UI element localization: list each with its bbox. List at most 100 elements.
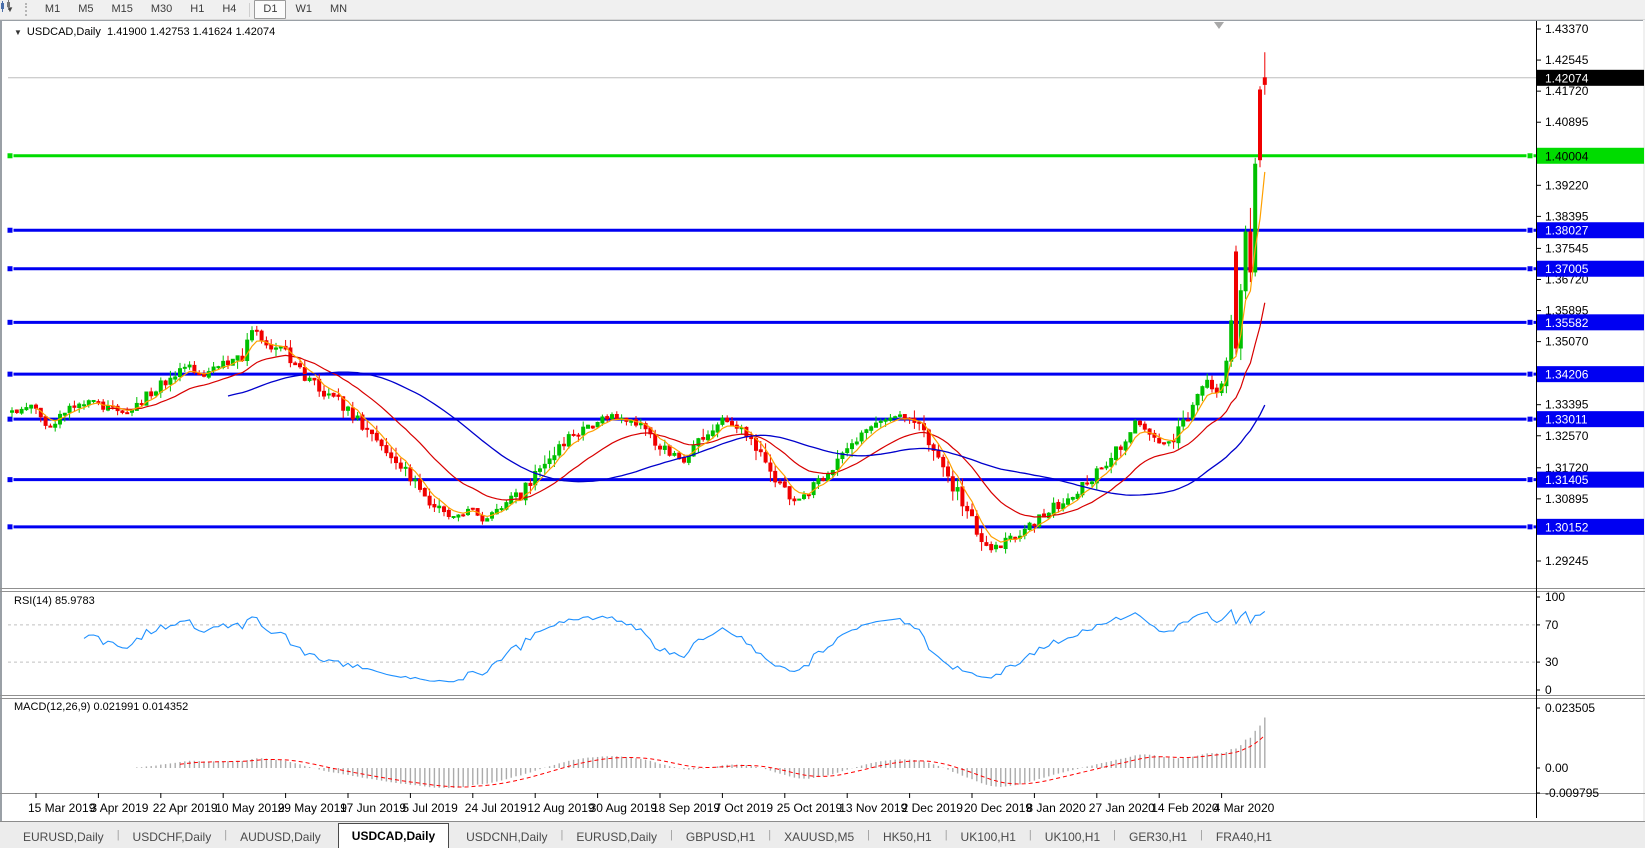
timeframe-button-m1[interactable]: M1: [36, 0, 69, 19]
level-handle[interactable]: [1527, 416, 1533, 422]
svg-text:1.38027: 1.38027: [1545, 224, 1589, 238]
svg-text:0: 0: [1545, 683, 1552, 697]
time-axis-label: 29 May 2019: [278, 801, 348, 815]
timeframe-button-m30[interactable]: M30: [142, 0, 181, 19]
time-axis-label: 17 Jun 2019: [340, 801, 406, 815]
chart-type-button[interactable]: ▼: [0, 1, 20, 18]
level-handle[interactable]: [7, 153, 13, 159]
svg-text:0.023505: 0.023505: [1545, 701, 1595, 715]
time-axis-label: 4 Mar 2020: [1214, 801, 1275, 815]
symbol-tab-eurusd-daily[interactable]: EURUSD,Daily: [10, 827, 117, 848]
svg-text:100: 100: [1545, 590, 1565, 604]
time-axis-label: 20 Dec 2019: [964, 801, 1032, 815]
svg-text:1.30152: 1.30152: [1545, 520, 1589, 534]
time-axis-label: 5 Jul 2019: [402, 801, 458, 815]
time-axis-label: 30 Aug 2019: [590, 801, 658, 815]
symbol-tab-hk50-h1[interactable]: HK50,H1: [870, 827, 945, 848]
time-axis-label: 10 May 2019: [215, 801, 285, 815]
svg-text:1.42074: 1.42074: [1545, 71, 1589, 85]
timeframe-button-m5[interactable]: M5: [69, 0, 102, 19]
symbol-tab-uk100-h1[interactable]: UK100,H1: [1032, 827, 1113, 848]
trading-terminal: ▼ M1M5M15M30H1H4D1W1MN 1.433701.425451.4…: [0, 0, 1645, 848]
svg-text:1.38395: 1.38395: [1545, 209, 1589, 223]
level-handle[interactable]: [7, 319, 13, 325]
timeframe-button-d1[interactable]: D1: [254, 0, 286, 19]
level-handle[interactable]: [7, 266, 13, 272]
timeframe-button-h1[interactable]: H1: [181, 0, 213, 19]
macd-indicator-label: MACD(12,26,9) 0.021991 0.014352: [14, 701, 188, 713]
time-axis-label: 14 Feb 2020: [1151, 801, 1219, 815]
level-handle[interactable]: [1527, 371, 1533, 377]
timeframe-button-m15[interactable]: M15: [102, 0, 141, 19]
time-axis-label: 22 Apr 2019: [153, 801, 218, 815]
time-axis-label: 27 Jan 2020: [1089, 801, 1155, 815]
symbol-tab-gbpusd-h1[interactable]: GBPUSD,H1: [673, 827, 768, 848]
level-handle[interactable]: [1527, 524, 1533, 530]
rsi-indicator-label: RSI(14) 85.9783: [14, 595, 95, 607]
svg-text:1.42545: 1.42545: [1545, 53, 1589, 67]
symbol-tab-eurusd-daily[interactable]: EURUSD,Daily: [563, 827, 670, 848]
time-axis-label: 15 Mar 2019: [28, 801, 96, 815]
time-axis-label: 3 Apr 2019: [90, 801, 148, 815]
svg-text:1.35070: 1.35070: [1545, 335, 1589, 349]
timeframe-toolbar: ▼ M1M5M15M30H1H4 D1W1MN: [0, 0, 1645, 20]
time-axis-label: 7 Oct 2019: [714, 801, 773, 815]
chart-canvas[interactable]: 1.433701.425451.417201.408951.392201.383…: [0, 0, 1645, 848]
time-axis-label: 12 Aug 2019: [527, 801, 595, 815]
level-handle[interactable]: [7, 227, 13, 233]
symbol-tab-ger30-h1[interactable]: GER30,H1: [1116, 827, 1200, 848]
toolbar-grip[interactable]: [25, 3, 31, 16]
symbol-tab-usdcnh-daily[interactable]: USDCNH,Daily: [453, 827, 560, 848]
symbol-tab-uk100-h1[interactable]: UK100,H1: [948, 827, 1029, 848]
symbol-tab-xauusd-m5[interactable]: XAUUSD,M5: [771, 827, 867, 848]
svg-text:1.30895: 1.30895: [1545, 492, 1589, 506]
symbol-tab-fra40-h1[interactable]: FRA40,H1: [1203, 827, 1285, 848]
svg-text:1.37005: 1.37005: [1545, 262, 1589, 276]
svg-text:1.35582: 1.35582: [1545, 316, 1589, 330]
level-price-tag: 1.34206: [1537, 366, 1644, 382]
chart-context-caret[interactable]: ▼: [14, 28, 22, 37]
svg-text:0.00: 0.00: [1545, 761, 1569, 775]
svg-text:1.37545: 1.37545: [1545, 241, 1589, 255]
level-handle[interactable]: [7, 524, 13, 530]
level-handle[interactable]: [1527, 319, 1533, 325]
candlestick-chart-icon: [0, 0, 14, 13]
svg-text:-0.009795: -0.009795: [1545, 786, 1599, 800]
time-axis-label: 8 Jan 2020: [1026, 801, 1086, 815]
time-axis-label: 18 Sep 2019: [652, 801, 720, 815]
level-handle[interactable]: [7, 416, 13, 422]
svg-text:1.32570: 1.32570: [1545, 429, 1589, 443]
svg-text:1.39220: 1.39220: [1545, 178, 1589, 192]
svg-text:30: 30: [1545, 655, 1559, 669]
svg-text:1.40004: 1.40004: [1545, 149, 1589, 163]
level-price-tag: 1.38027: [1537, 222, 1644, 238]
level-handle[interactable]: [1527, 266, 1533, 272]
level-handle[interactable]: [1527, 153, 1533, 159]
level-handle[interactable]: [7, 371, 13, 377]
symbol-tab-usdchf-daily[interactable]: USDCHF,Daily: [120, 827, 225, 848]
time-axis-label: 2 Dec 2019: [902, 801, 964, 815]
timeframe-button-h4[interactable]: H4: [213, 0, 245, 19]
chart-title: ▼USDCAD,Daily 1.41900 1.42753 1.41624 1.…: [14, 26, 275, 38]
svg-text:1.43370: 1.43370: [1545, 22, 1589, 36]
time-axis-label: 13 Nov 2019: [839, 801, 907, 815]
level-handle[interactable]: [1527, 477, 1533, 483]
symbol-tab-bar: EURUSD,Daily|USDCHF,Daily|AUDUSD,DailyUS…: [0, 821, 1645, 848]
chart-ohlc-readout: 1.41900 1.42753 1.41624 1.42074: [107, 26, 275, 38]
time-axis-label: 24 Jul 2019: [465, 801, 527, 815]
svg-text:1.31405: 1.31405: [1545, 473, 1589, 487]
svg-text:70: 70: [1545, 618, 1559, 632]
level-handle[interactable]: [1527, 227, 1533, 233]
symbol-tab-audusd-daily[interactable]: AUDUSD,Daily: [227, 827, 334, 848]
toolbar-separator: [249, 3, 250, 17]
symbol-tab-usdcad-daily[interactable]: USDCAD,Daily: [338, 823, 449, 848]
time-axis-label: 25 Oct 2019: [777, 801, 843, 815]
level-price-tag: 1.33011: [1537, 411, 1644, 427]
svg-text:1.29245: 1.29245: [1545, 554, 1589, 568]
svg-text:1.33011: 1.33011: [1545, 413, 1588, 427]
timeframe-button-mn[interactable]: MN: [321, 0, 356, 19]
timeframe-button-w1[interactable]: W1: [286, 0, 321, 19]
level-price-tag: 1.37005: [1537, 261, 1644, 277]
svg-text:1.33395: 1.33395: [1545, 398, 1589, 412]
level-handle[interactable]: [7, 477, 13, 483]
